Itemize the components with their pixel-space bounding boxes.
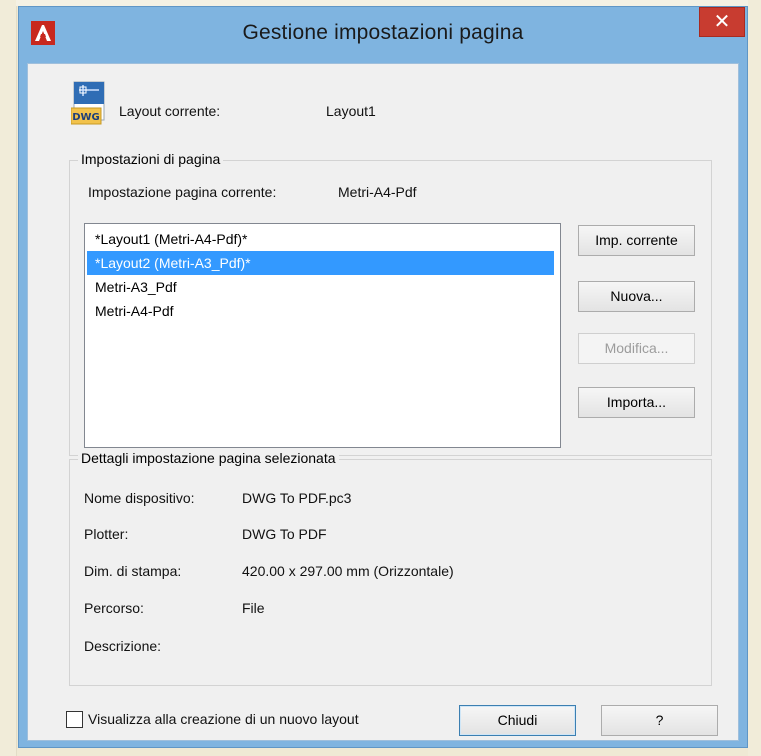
detail-value-plot-size: 420.00 x 297.00 mm (Orizzontale): [242, 563, 454, 579]
list-item-selected[interactable]: *Layout2 (Metri-A3_Pdf)*: [87, 251, 554, 275]
detail-label-description: Descrizione:: [84, 638, 162, 654]
detail-value-path: File: [242, 600, 265, 616]
set-current-button[interactable]: Imp. corrente: [578, 225, 695, 256]
current-layout-label: Layout corrente:: [119, 103, 221, 119]
dialog-client-area: DWG Layout corrente: Layout1 Impostazion…: [27, 63, 739, 741]
show-on-new-layout-checkbox[interactable]: [66, 711, 83, 728]
list-item[interactable]: Metri-A3_Pdf: [87, 275, 554, 299]
close-button[interactable]: Chiudi: [459, 705, 576, 736]
dialog-title: Gestione impostazioni pagina: [242, 21, 524, 44]
dwg-icon-text: DWG: [72, 112, 100, 123]
help-button[interactable]: ?: [601, 705, 718, 736]
current-layout-value: Layout1: [326, 103, 376, 119]
current-page-setup-value: Metri-A4-Pdf: [338, 184, 417, 200]
close-icon: ✕: [713, 11, 731, 33]
details-group-label: Dettagli impostazione pagina selezionata: [78, 450, 339, 466]
background-left: [0, 0, 17, 756]
title-bar[interactable]: Gestione impostazioni pagina ✕: [19, 7, 747, 63]
detail-label-path: Percorso:: [84, 600, 144, 616]
detail-label-plot-size: Dim. di stampa:: [84, 563, 182, 579]
detail-label-plotter: Plotter:: [84, 526, 129, 542]
show-on-new-layout-label[interactable]: Visualizza alla creazione di un nuovo la…: [88, 711, 359, 727]
dwg-file-icon: DWG: [71, 81, 105, 125]
list-item[interactable]: *Layout1 (Metri-A4-Pdf)*: [87, 227, 554, 251]
modify-button[interactable]: Modifica...: [578, 333, 695, 364]
detail-label-device-name: Nome dispositivo:: [84, 490, 195, 506]
page-setups-group-label: Impostazioni di pagina: [78, 151, 224, 167]
close-window-button[interactable]: ✕: [699, 7, 745, 37]
page-setups-list[interactable]: *Layout1 (Metri-A4-Pdf)* *Layout2 (Metri…: [84, 223, 561, 448]
page-setup-manager-dialog: Gestione impostazioni pagina ✕ DWG Layou…: [18, 6, 748, 748]
import-button[interactable]: Importa...: [578, 387, 695, 418]
background-right: [748, 0, 761, 756]
list-item[interactable]: Metri-A4-Pdf: [87, 299, 554, 323]
detail-value-device-name: DWG To PDF.pc3: [242, 490, 352, 506]
current-page-setup-label: Impostazione pagina corrente:: [88, 184, 277, 200]
new-button[interactable]: Nuova...: [578, 281, 695, 312]
detail-value-plotter: DWG To PDF: [242, 526, 327, 542]
